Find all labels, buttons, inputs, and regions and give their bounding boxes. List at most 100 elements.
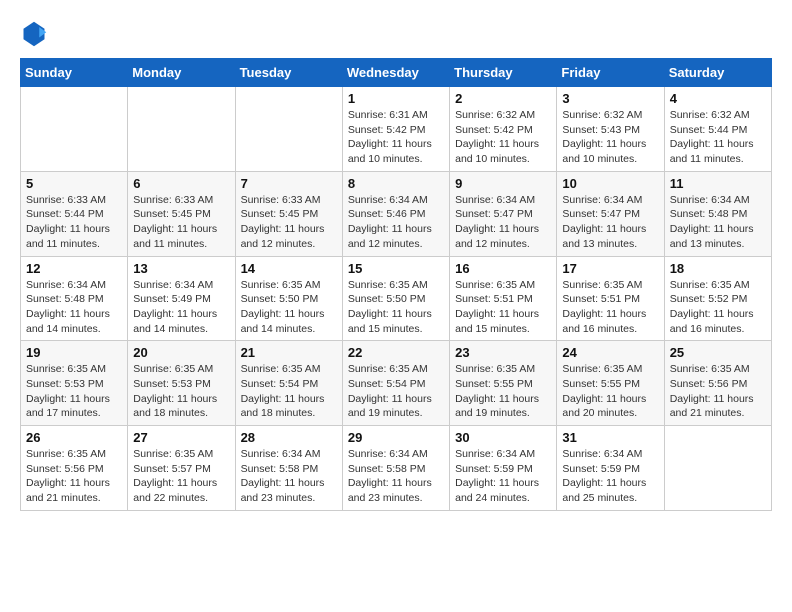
- day-info: Sunrise: 6:35 AM Sunset: 5:50 PM Dayligh…: [241, 278, 337, 337]
- day-info: Sunrise: 6:35 AM Sunset: 5:53 PM Dayligh…: [133, 362, 229, 421]
- day-info: Sunrise: 6:32 AM Sunset: 5:43 PM Dayligh…: [562, 108, 658, 167]
- day-number: 18: [670, 261, 766, 276]
- day-number: 14: [241, 261, 337, 276]
- day-info: Sunrise: 6:35 AM Sunset: 5:55 PM Dayligh…: [455, 362, 551, 421]
- day-number: 29: [348, 430, 444, 445]
- day-number: 1: [348, 91, 444, 106]
- day-number: 12: [26, 261, 122, 276]
- day-info: Sunrise: 6:33 AM Sunset: 5:45 PM Dayligh…: [133, 193, 229, 252]
- page-header: [20, 20, 772, 48]
- calendar-cell: [21, 87, 128, 172]
- day-info: Sunrise: 6:35 AM Sunset: 5:56 PM Dayligh…: [670, 362, 766, 421]
- calendar-cell: 19 Sunrise: 6:35 AM Sunset: 5:53 PM Dayli…: [21, 341, 128, 426]
- day-info: Sunrise: 6:35 AM Sunset: 5:54 PM Dayligh…: [241, 362, 337, 421]
- calendar-cell: 5 Sunrise: 6:33 AM Sunset: 5:44 PM Daylig…: [21, 171, 128, 256]
- calendar-cell: 25 Sunrise: 6:35 AM Sunset: 5:56 PM Dayli…: [664, 341, 771, 426]
- calendar-cell: 17 Sunrise: 6:35 AM Sunset: 5:51 PM Dayli…: [557, 256, 664, 341]
- day-number: 8: [348, 176, 444, 191]
- day-number: 20: [133, 345, 229, 360]
- day-number: 13: [133, 261, 229, 276]
- day-number: 21: [241, 345, 337, 360]
- calendar-week-row: 26Sunrise: 6:35 AM Sunset: 5:56 PM Dayli…: [21, 426, 772, 511]
- day-number: 5: [26, 176, 122, 191]
- weekday-header: Saturday: [664, 59, 771, 87]
- day-number: 16: [455, 261, 551, 276]
- day-number: 19: [26, 345, 122, 360]
- day-info: Sunrise: 6:35 AM Sunset: 5:51 PM Dayligh…: [562, 278, 658, 337]
- calendar-cell: 23 Sunrise: 6:35 AM Sunset: 5:55 PM Dayli…: [450, 341, 557, 426]
- day-number: 24: [562, 345, 658, 360]
- calendar-table: SundayMondayTuesdayWednesdayThursdayFrid…: [20, 58, 772, 511]
- day-number: 9: [455, 176, 551, 191]
- calendar-cell: 13 Sunrise: 6:34 AM Sunset: 5:49 PM Dayli…: [128, 256, 235, 341]
- day-info: Sunrise: 6:34 AM Sunset: 5:58 PM Dayligh…: [241, 447, 337, 506]
- calendar-cell: 7 Sunrise: 6:33 AM Sunset: 5:45 PM Daylig…: [235, 171, 342, 256]
- day-number: 30: [455, 430, 551, 445]
- day-info: Sunrise: 6:32 AM Sunset: 5:44 PM Dayligh…: [670, 108, 766, 167]
- calendar-cell: 10 Sunrise: 6:34 AM Sunset: 5:47 PM Dayli…: [557, 171, 664, 256]
- calendar-cell: 15 Sunrise: 6:35 AM Sunset: 5:50 PM Dayli…: [342, 256, 449, 341]
- day-info: Sunrise: 6:35 AM Sunset: 5:53 PM Dayligh…: [26, 362, 122, 421]
- day-number: 2: [455, 91, 551, 106]
- calendar-cell: [664, 426, 771, 511]
- calendar-cell: 27Sunrise: 6:35 AM Sunset: 5:57 PM Dayli…: [128, 426, 235, 511]
- weekday-header: Thursday: [450, 59, 557, 87]
- calendar-cell: 21 Sunrise: 6:35 AM Sunset: 5:54 PM Dayli…: [235, 341, 342, 426]
- calendar-week-row: 1 Sunrise: 6:31 AM Sunset: 5:42 PM Daylig…: [21, 87, 772, 172]
- day-info: Sunrise: 6:32 AM Sunset: 5:42 PM Dayligh…: [455, 108, 551, 167]
- calendar-cell: 1 Sunrise: 6:31 AM Sunset: 5:42 PM Daylig…: [342, 87, 449, 172]
- day-number: 17: [562, 261, 658, 276]
- calendar-cell: 30 Sunrise: 6:34 AM Sunset: 5:59 PM Dayli…: [450, 426, 557, 511]
- logo: [20, 20, 52, 48]
- day-number: 26: [26, 430, 122, 445]
- day-info: Sunrise: 6:34 AM Sunset: 5:47 PM Dayligh…: [562, 193, 658, 252]
- weekday-header-row: SundayMondayTuesdayWednesdayThursdayFrid…: [21, 59, 772, 87]
- day-number: 10: [562, 176, 658, 191]
- day-info: Sunrise: 6:34 AM Sunset: 5:59 PM Dayligh…: [562, 447, 658, 506]
- day-info: Sunrise: 6:35 AM Sunset: 5:51 PM Dayligh…: [455, 278, 551, 337]
- calendar-cell: 20 Sunrise: 6:35 AM Sunset: 5:53 PM Dayli…: [128, 341, 235, 426]
- day-number: 7: [241, 176, 337, 191]
- day-info: Sunrise: 6:34 AM Sunset: 5:58 PM Dayligh…: [348, 447, 444, 506]
- calendar-cell: 3 Sunrise: 6:32 AM Sunset: 5:43 PM Daylig…: [557, 87, 664, 172]
- day-info: Sunrise: 6:34 AM Sunset: 5:59 PM Dayligh…: [455, 447, 551, 506]
- calendar-cell: 18 Sunrise: 6:35 AM Sunset: 5:52 PM Dayli…: [664, 256, 771, 341]
- calendar-cell: 24 Sunrise: 6:35 AM Sunset: 5:55 PM Dayli…: [557, 341, 664, 426]
- day-number: 11: [670, 176, 766, 191]
- logo-icon: [20, 20, 48, 48]
- calendar-cell: 22Sunrise: 6:35 AM Sunset: 5:54 PM Dayli…: [342, 341, 449, 426]
- day-number: 23: [455, 345, 551, 360]
- day-number: 4: [670, 91, 766, 106]
- day-info: Sunrise: 6:35 AM Sunset: 5:52 PM Dayligh…: [670, 278, 766, 337]
- day-number: 25: [670, 345, 766, 360]
- calendar-cell: 2 Sunrise: 6:32 AM Sunset: 5:42 PM Daylig…: [450, 87, 557, 172]
- day-number: 15: [348, 261, 444, 276]
- calendar-cell: 14 Sunrise: 6:35 AM Sunset: 5:50 PM Dayli…: [235, 256, 342, 341]
- day-number: 28: [241, 430, 337, 445]
- day-info: Sunrise: 6:35 AM Sunset: 5:50 PM Dayligh…: [348, 278, 444, 337]
- calendar-cell: 11Sunrise: 6:34 AM Sunset: 5:48 PM Dayli…: [664, 171, 771, 256]
- weekday-header: Friday: [557, 59, 664, 87]
- calendar-cell: 16 Sunrise: 6:35 AM Sunset: 5:51 PM Dayli…: [450, 256, 557, 341]
- day-info: Sunrise: 6:33 AM Sunset: 5:44 PM Dayligh…: [26, 193, 122, 252]
- weekday-header: Monday: [128, 59, 235, 87]
- calendar-cell: 26Sunrise: 6:35 AM Sunset: 5:56 PM Dayli…: [21, 426, 128, 511]
- calendar-cell: 6 Sunrise: 6:33 AM Sunset: 5:45 PM Daylig…: [128, 171, 235, 256]
- calendar-cell: [128, 87, 235, 172]
- day-info: Sunrise: 6:35 AM Sunset: 5:55 PM Dayligh…: [562, 362, 658, 421]
- day-info: Sunrise: 6:31 AM Sunset: 5:42 PM Dayligh…: [348, 108, 444, 167]
- day-number: 3: [562, 91, 658, 106]
- calendar-cell: 8 Sunrise: 6:34 AM Sunset: 5:46 PM Daylig…: [342, 171, 449, 256]
- calendar-cell: 29 Sunrise: 6:34 AM Sunset: 5:58 PM Dayli…: [342, 426, 449, 511]
- calendar-cell: 9 Sunrise: 6:34 AM Sunset: 5:47 PM Daylig…: [450, 171, 557, 256]
- day-info: Sunrise: 6:34 AM Sunset: 5:47 PM Dayligh…: [455, 193, 551, 252]
- day-info: Sunrise: 6:33 AM Sunset: 5:45 PM Dayligh…: [241, 193, 337, 252]
- day-number: 31: [562, 430, 658, 445]
- day-info: Sunrise: 6:34 AM Sunset: 5:49 PM Dayligh…: [133, 278, 229, 337]
- calendar-cell: 28 Sunrise: 6:34 AM Sunset: 5:58 PM Dayli…: [235, 426, 342, 511]
- calendar-week-row: 5 Sunrise: 6:33 AM Sunset: 5:44 PM Daylig…: [21, 171, 772, 256]
- day-number: 6: [133, 176, 229, 191]
- day-number: 22: [348, 345, 444, 360]
- day-info: Sunrise: 6:34 AM Sunset: 5:46 PM Dayligh…: [348, 193, 444, 252]
- calendar-week-row: 12Sunrise: 6:34 AM Sunset: 5:48 PM Dayli…: [21, 256, 772, 341]
